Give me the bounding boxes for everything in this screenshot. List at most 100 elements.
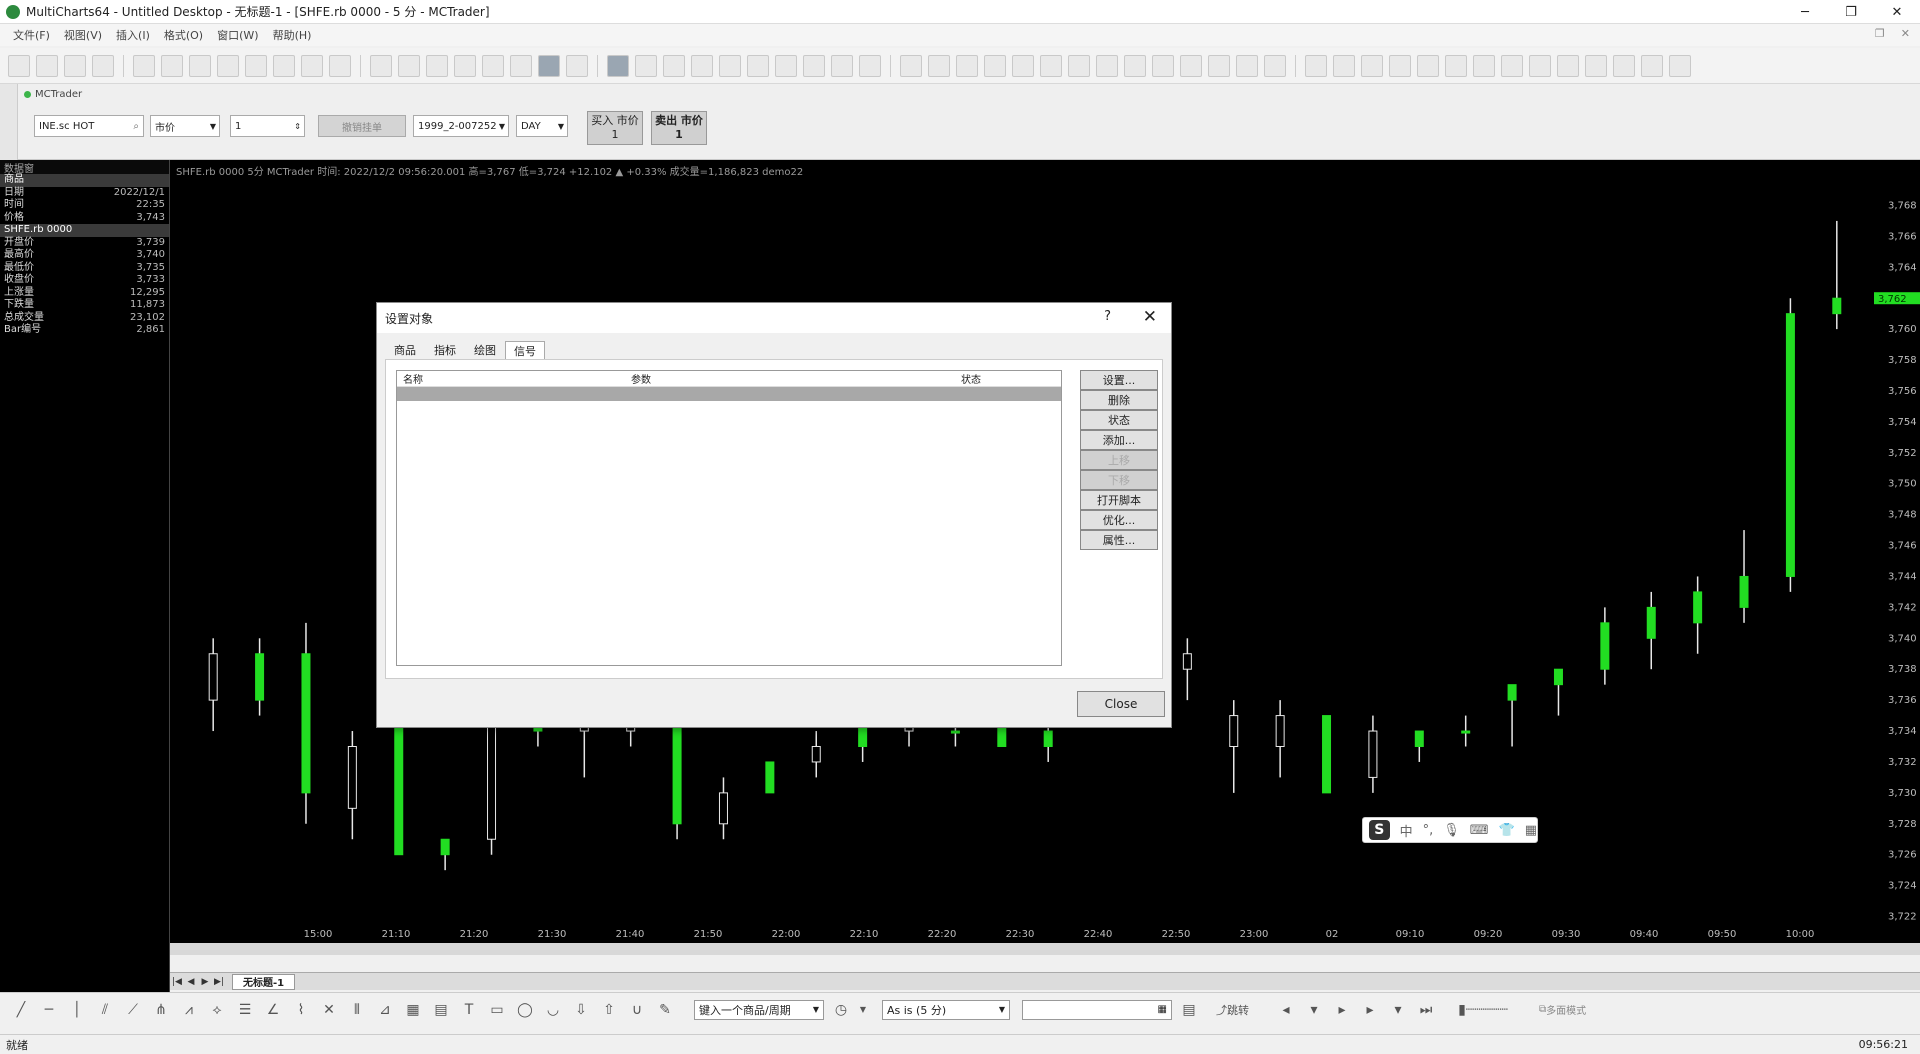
magnet-icon[interactable]: ∪ bbox=[626, 1000, 648, 1020]
arrow-down-icon[interactable]: ⇩ bbox=[570, 1000, 592, 1020]
close-icon[interactable]: ✕ bbox=[1143, 307, 1157, 327]
search-icon[interactable] bbox=[1585, 54, 1607, 77]
dot-icon[interactable] bbox=[719, 54, 741, 77]
menu-format[interactable]: 格式(O) bbox=[157, 27, 210, 43]
renko-icon[interactable] bbox=[803, 54, 825, 77]
close-button[interactable]: Close bbox=[1077, 691, 1165, 717]
account-select[interactable]: 1999_2-007252 ▼ bbox=[413, 115, 509, 137]
collapse-icon[interactable] bbox=[1389, 54, 1411, 77]
sort-icon[interactable] bbox=[510, 54, 532, 77]
magnifier-icon[interactable] bbox=[1096, 54, 1118, 77]
ime-language[interactable]: 中 bbox=[1400, 821, 1413, 840]
vertical-line-icon[interactable]: │ bbox=[66, 1000, 88, 1020]
refresh-icon[interactable] bbox=[1264, 54, 1286, 77]
column-status[interactable]: 状态 bbox=[957, 371, 1057, 386]
info-icon[interactable] bbox=[1557, 54, 1579, 77]
settings-icon[interactable] bbox=[1641, 54, 1663, 77]
sync-icon[interactable] bbox=[1208, 54, 1230, 77]
insert-signal-icon[interactable] bbox=[426, 54, 448, 77]
help-icon[interactable]: ? bbox=[1104, 309, 1111, 324]
tile-v-icon[interactable] bbox=[1180, 54, 1202, 77]
properties-button[interactable]: 属性... bbox=[1080, 530, 1158, 550]
open-script-button[interactable]: 打开脚本 bbox=[1080, 490, 1158, 510]
new-window-icon[interactable] bbox=[161, 54, 183, 77]
fib-icon[interactable]: ☰ bbox=[234, 1000, 256, 1020]
buy-market-button[interactable]: 买入 市价 1 bbox=[587, 111, 643, 145]
close-doc-icon[interactable]: ✕ bbox=[1901, 27, 1910, 40]
play-icon[interactable]: ▸ bbox=[1359, 1000, 1381, 1020]
copy-icon[interactable] bbox=[217, 54, 239, 77]
order-entry-icon[interactable] bbox=[538, 54, 560, 77]
jump-button[interactable]: ⤴ 跳转 bbox=[1216, 1000, 1249, 1020]
workspace-tab[interactable]: 无标题-1 bbox=[232, 973, 296, 990]
line-icon[interactable] bbox=[663, 54, 685, 77]
menu-help[interactable]: 帮助(H) bbox=[266, 27, 319, 43]
workspace-icon[interactable] bbox=[301, 54, 323, 77]
restore-doc-icon[interactable]: ❐ bbox=[1875, 27, 1885, 40]
alerts-icon[interactable] bbox=[566, 54, 588, 77]
cancel-orders-button[interactable]: 撤销挂单 bbox=[318, 115, 406, 137]
new-chart-icon[interactable] bbox=[8, 54, 30, 77]
prev-bar-icon[interactable]: ▾ bbox=[1303, 1000, 1325, 1020]
pitchfork-icon[interactable]: ⋔ bbox=[150, 1000, 172, 1020]
last-bar-icon[interactable]: ⏭ bbox=[1415, 1000, 1437, 1020]
cross-icon[interactable]: ✕ bbox=[318, 1000, 340, 1020]
signals-list[interactable]: 名称 参数 状态 bbox=[396, 370, 1062, 666]
eraser-icon[interactable]: ✎ bbox=[654, 1000, 676, 1020]
tab-drawings[interactable]: 绘图 bbox=[465, 341, 505, 359]
print-icon[interactable] bbox=[133, 54, 155, 77]
volume-icon[interactable] bbox=[691, 54, 713, 77]
keyboard-icon[interactable]: ⌨ bbox=[1470, 823, 1489, 838]
ellipse-icon[interactable]: ◯ bbox=[514, 1000, 536, 1020]
anchor-icon[interactable] bbox=[1529, 54, 1551, 77]
next-tab-icon[interactable]: ▶ bbox=[198, 977, 212, 987]
ray-icon[interactable]: ⟋ bbox=[122, 1000, 144, 1020]
tile-icon[interactable] bbox=[370, 54, 392, 77]
layout-icon[interactable] bbox=[329, 54, 351, 77]
new-scanner-icon[interactable] bbox=[36, 54, 58, 77]
minimize-button[interactable]: ─ bbox=[1782, 0, 1828, 24]
list-item[interactable] bbox=[397, 387, 1061, 401]
status-button[interactable]: 状态 bbox=[1080, 410, 1158, 430]
tab-indicators[interactable]: 指标 bbox=[425, 341, 465, 359]
symbol-input[interactable]: INE.sc HOT ⌕ bbox=[34, 115, 144, 137]
menu-insert[interactable]: 插入(I) bbox=[109, 27, 157, 43]
tab-instruments[interactable]: 商品 bbox=[385, 341, 425, 359]
save-icon[interactable] bbox=[92, 54, 114, 77]
pan-right-icon[interactable] bbox=[1501, 54, 1523, 77]
tile-h-icon[interactable] bbox=[1152, 54, 1174, 77]
chart-scrollbar[interactable] bbox=[170, 943, 1920, 955]
first-tab-icon[interactable]: |◀ bbox=[170, 977, 184, 987]
remove-button[interactable]: 删除 bbox=[1080, 390, 1158, 410]
trader-icon-icon[interactable] bbox=[482, 54, 504, 77]
add-button[interactable]: 添加... bbox=[1080, 430, 1158, 450]
expand-icon[interactable] bbox=[1361, 54, 1383, 77]
table-icon[interactable]: ▤ bbox=[430, 1000, 452, 1020]
punctuation-icon[interactable]: °, bbox=[1423, 823, 1434, 838]
first-bar-icon[interactable]: ◂ bbox=[1275, 1000, 1297, 1020]
help-icon[interactable] bbox=[1669, 54, 1691, 77]
kagi-icon[interactable] bbox=[831, 54, 853, 77]
link-icon[interactable] bbox=[1236, 54, 1258, 77]
arrow-up-icon[interactable]: ⇧ bbox=[598, 1000, 620, 1020]
pan-down-icon[interactable] bbox=[1445, 54, 1467, 77]
crosshair-icon[interactable] bbox=[956, 54, 978, 77]
menu-file[interactable]: 文件(F) bbox=[6, 27, 57, 43]
wave-icon[interactable]: ⌇ bbox=[290, 1000, 312, 1020]
cursor-icon[interactable] bbox=[928, 54, 950, 77]
grid-icon[interactable]: ▦ bbox=[402, 1000, 424, 1020]
symbol-entry[interactable]: 键入一个商品/周期 ▼ bbox=[694, 999, 824, 1020]
last-tab-icon[interactable]: ▶| bbox=[212, 977, 226, 987]
histogram-icon[interactable] bbox=[747, 54, 769, 77]
properties-icon[interactable] bbox=[273, 54, 295, 77]
zoom-in-icon[interactable] bbox=[1012, 54, 1034, 77]
maximize-button[interactable]: ❐ bbox=[1828, 0, 1874, 24]
skin-icon[interactable]: 👕 bbox=[1499, 823, 1515, 838]
text-icon[interactable]: T bbox=[458, 1000, 480, 1020]
candles-icon[interactable] bbox=[635, 54, 657, 77]
cascade-icon[interactable] bbox=[1124, 54, 1146, 77]
sell-market-button[interactable]: 卖出 市价 1 bbox=[651, 111, 707, 145]
comment-icon[interactable] bbox=[984, 54, 1006, 77]
column-params[interactable]: 参数 bbox=[627, 371, 957, 386]
speed-slider[interactable]: ▮┈┈┈┈┈ bbox=[1443, 1000, 1523, 1020]
